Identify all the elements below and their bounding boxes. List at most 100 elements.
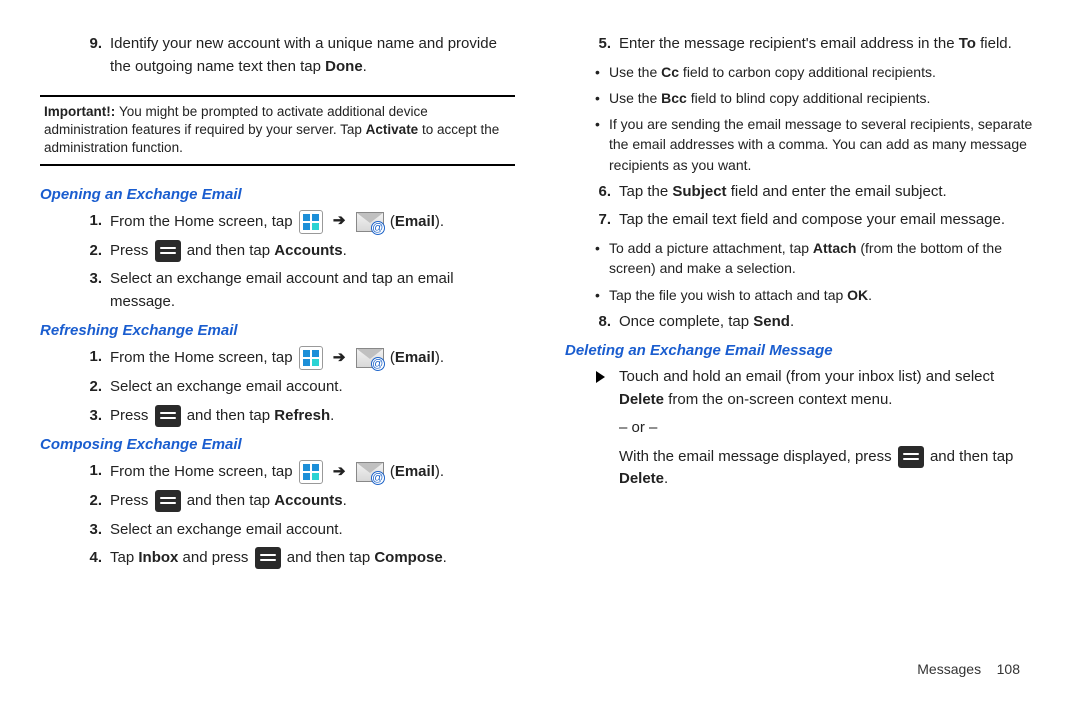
page-number: 108 bbox=[997, 661, 1020, 677]
step-number: 1. bbox=[80, 210, 110, 234]
text: Touch and hold an email (from your inbox… bbox=[619, 368, 994, 385]
text: from the on-screen context menu. bbox=[664, 391, 892, 408]
text: . bbox=[443, 549, 447, 566]
text: . bbox=[343, 492, 347, 509]
left-column: 9. Identify your new account with a uniq… bbox=[40, 30, 515, 635]
text: Identify your new account with a unique … bbox=[110, 35, 497, 75]
open-step-3: 3. Select an exchange email account and … bbox=[40, 268, 515, 313]
open-step-1: 1. From the Home screen, tap ➔ (Email). bbox=[40, 210, 515, 234]
heading-deleting: Deleting an Exchange Email Message bbox=[565, 342, 1040, 359]
step-6: 6. Tap the Subject field and enter the e… bbox=[565, 181, 1040, 204]
bullet-icon: • bbox=[595, 285, 609, 305]
email-envelope-icon bbox=[356, 348, 384, 368]
text: and then tap bbox=[930, 448, 1013, 465]
bold: Bcc bbox=[661, 90, 687, 106]
text: Press bbox=[110, 492, 153, 509]
section-name: Messages bbox=[917, 661, 981, 677]
step-number: 3. bbox=[80, 268, 110, 313]
step-text: From the Home screen, tap ➔ (Email). bbox=[110, 460, 515, 484]
text: and press bbox=[178, 549, 252, 566]
text: . bbox=[664, 470, 668, 487]
play-icon bbox=[589, 366, 619, 491]
step-text: Press and then tap Accounts. bbox=[110, 240, 515, 263]
text: . bbox=[343, 242, 347, 259]
step-number: 2. bbox=[80, 376, 110, 399]
bold: Email bbox=[395, 213, 435, 230]
bullet-file-ok: • Tap the file you wish to attach and ta… bbox=[595, 285, 1040, 305]
heading-opening: Opening an Exchange Email bbox=[40, 186, 515, 203]
bold: Refresh bbox=[274, 407, 330, 424]
text: field and enter the email subject. bbox=[727, 183, 947, 200]
email-envelope-icon bbox=[356, 212, 384, 232]
step-number: 6. bbox=[589, 181, 619, 204]
refresh-step-3: 3. Press and then tap Refresh. bbox=[40, 405, 515, 428]
menu-icon bbox=[155, 490, 181, 512]
step-number: 4. bbox=[80, 547, 110, 570]
text: Enter the message recipient's email addr… bbox=[619, 35, 959, 52]
step-number: 2. bbox=[80, 490, 110, 513]
text: . bbox=[363, 58, 367, 75]
bullet-multiple: • If you are sending the email message t… bbox=[595, 114, 1040, 175]
menu-icon bbox=[155, 240, 181, 262]
compose-step-2: 2. Press and then tap Accounts. bbox=[40, 490, 515, 513]
heading-refreshing: Refreshing Exchange Email bbox=[40, 322, 515, 339]
step-number: 3. bbox=[80, 405, 110, 428]
step-text: Select an exchange email account and tap… bbox=[110, 268, 515, 313]
bullet-icon: • bbox=[595, 238, 609, 279]
step-number: 7. bbox=[589, 209, 619, 232]
bold: Inbox bbox=[138, 549, 178, 566]
or-divider: – or – bbox=[619, 417, 1040, 440]
bold: To bbox=[959, 35, 976, 52]
bold: Delete bbox=[619, 391, 664, 408]
bullet-text: Use the Bcc field to blind copy addition… bbox=[609, 88, 930, 108]
page-footer: Messages 108 bbox=[0, 655, 1080, 677]
bullet-attach: • To add a picture attachment, tap Attac… bbox=[595, 238, 1040, 279]
text: From the Home screen, tap bbox=[110, 349, 297, 366]
bullet-text: Tap the file you wish to attach and tap … bbox=[609, 285, 872, 305]
menu-icon bbox=[255, 547, 281, 569]
bullet-text: If you are sending the email message to … bbox=[609, 114, 1040, 175]
note-label: Important!: bbox=[44, 104, 119, 119]
arrow-right-icon: ➔ bbox=[333, 210, 346, 233]
text: field. bbox=[976, 35, 1012, 52]
right-column: 5. Enter the message recipient's email a… bbox=[565, 30, 1040, 635]
bold: OK bbox=[847, 287, 868, 303]
text: Press bbox=[110, 407, 153, 424]
step-7: 7. Tap the email text field and compose … bbox=[565, 209, 1040, 232]
bold: Attach bbox=[813, 240, 857, 256]
text: Use the bbox=[609, 90, 661, 106]
text: Once complete, tap bbox=[619, 313, 753, 330]
bullet-cc: • Use the Cc field to carbon copy additi… bbox=[595, 62, 1040, 82]
text: and then tap bbox=[187, 492, 275, 509]
step-8: 8. Once complete, tap Send. bbox=[565, 311, 1040, 334]
step-text: Tap Inbox and press and then tap Compose… bbox=[110, 547, 515, 570]
bullet-icon: • bbox=[595, 114, 609, 175]
step-number: 1. bbox=[80, 460, 110, 484]
bold: Subject bbox=[672, 183, 726, 200]
bullet-text: Use the Cc field to carbon copy addition… bbox=[609, 62, 936, 82]
apps-grid-icon bbox=[299, 346, 323, 370]
compose-step-1: 1. From the Home screen, tap ➔ (Email). bbox=[40, 460, 515, 484]
compose-step-4: 4. Tap Inbox and press and then tap Comp… bbox=[40, 547, 515, 570]
menu-icon bbox=[155, 405, 181, 427]
bold: Send bbox=[753, 313, 790, 330]
apps-grid-icon bbox=[299, 210, 323, 234]
text: ). bbox=[435, 213, 444, 230]
bullet-bcc: • Use the Bcc field to blind copy additi… bbox=[595, 88, 1040, 108]
step-number: 2. bbox=[80, 240, 110, 263]
step-number: 8. bbox=[589, 311, 619, 334]
refresh-step-1: 1. From the Home screen, tap ➔ (Email). bbox=[40, 346, 515, 370]
bold: Compose bbox=[374, 549, 442, 566]
step-text: Touch and hold an email (from your inbox… bbox=[619, 366, 1040, 491]
heading-composing: Composing Exchange Email bbox=[40, 436, 515, 453]
text: . bbox=[330, 407, 334, 424]
arrow-right-icon: ➔ bbox=[333, 461, 346, 484]
text: Tap bbox=[110, 549, 138, 566]
step-text: Identify your new account with a unique … bbox=[110, 33, 515, 78]
text: field to carbon copy additional recipien… bbox=[679, 64, 936, 80]
bullet-icon: • bbox=[595, 62, 609, 82]
menu-icon bbox=[898, 446, 924, 468]
text: field to blind copy additional recipient… bbox=[687, 90, 931, 106]
text: ). bbox=[435, 463, 444, 480]
step-number: 5. bbox=[589, 33, 619, 56]
